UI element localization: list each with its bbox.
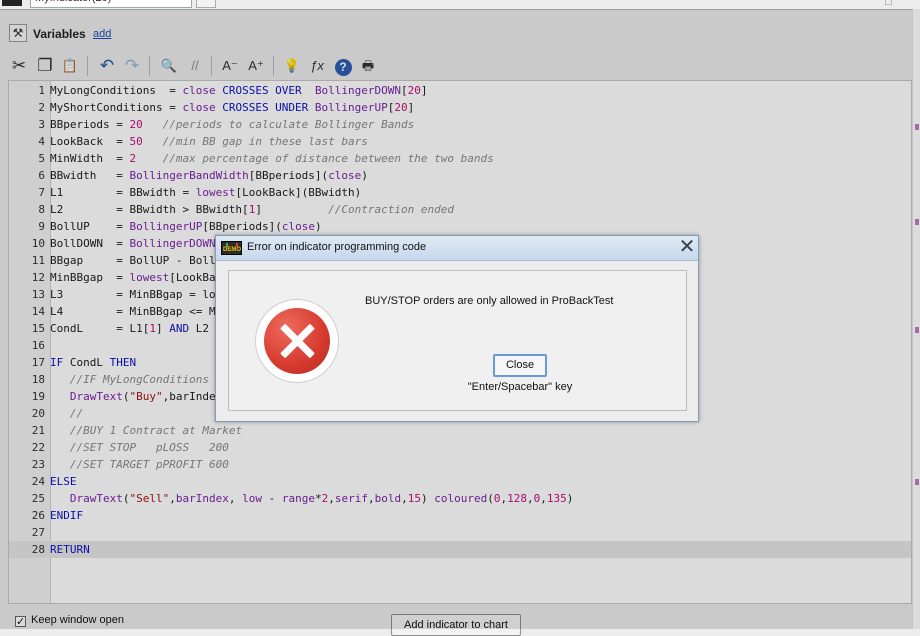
error-icon-frame	[255, 299, 339, 383]
close-button[interactable]: Close	[493, 354, 547, 377]
chart-mark	[915, 479, 919, 485]
key-hint: "Enter/Spacebar" key	[467, 381, 573, 393]
dialog-titlebar: DEMO Error on indicator programming code…	[216, 236, 698, 261]
chart-edge-strip	[912, 9, 920, 629]
dialog-body: BUY/STOP orders are only allowed in ProB…	[228, 270, 687, 411]
chart-mark	[915, 124, 919, 130]
maximize-icon[interactable]: □	[885, 0, 892, 8]
chart-mark	[915, 327, 919, 333]
error-message: BUY/STOP orders are only allowed in ProB…	[365, 295, 614, 307]
demo-logo	[2, 0, 22, 6]
demo-badge-text: DEMO	[223, 247, 241, 253]
tab-indicator[interactable]: MyIndicator(20)	[30, 0, 192, 8]
close-icon[interactable]: ✕	[677, 237, 697, 257]
new-tab-button[interactable]	[196, 0, 216, 8]
demo-icon: DEMO	[221, 241, 242, 255]
error-dialog: DEMO Error on indicator programming code…	[215, 235, 699, 422]
error-icon	[264, 308, 330, 374]
dialog-title: Error on indicator programming code	[247, 241, 427, 253]
chart-mark	[915, 219, 919, 225]
